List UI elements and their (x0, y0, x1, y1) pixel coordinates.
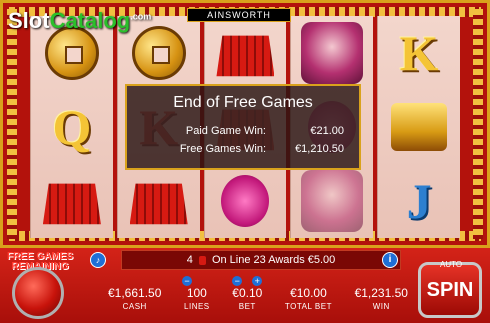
win-message-bar: 4 On Line 23 Awards €5.00 (121, 250, 401, 270)
dragon-symbol (300, 169, 364, 233)
win-label: WIN (372, 302, 390, 311)
lines-value: 100 (186, 286, 207, 300)
win-stat: €1,231.50 WIN (355, 284, 408, 320)
lines-stat: − 100 LINES (182, 276, 210, 320)
win-count: 4 (186, 254, 193, 266)
lantern-symbol (213, 169, 277, 233)
reel-1: Q (30, 16, 113, 238)
spin-button[interactable]: SPIN (418, 262, 482, 318)
stats-bar: €1,661.50 CASH − 100 LINES − + €0.10 BET… (108, 276, 408, 320)
firecracker-symbol (40, 169, 104, 233)
bet-stat: − + €0.10 BET (232, 276, 263, 320)
win-value: €1,231.50 (354, 286, 408, 300)
free-win-label: Free Games Win: (179, 143, 266, 155)
gold-ingot-symbol (387, 95, 451, 159)
auto-label[interactable]: AUTO (440, 260, 462, 269)
firecracker-symbol (213, 21, 277, 85)
reel-5: K J (377, 16, 460, 238)
brand-logo: AINSWORTH (187, 8, 291, 22)
dialog-title: End of Free Games (173, 94, 313, 111)
info-button[interactable]: i (382, 252, 398, 268)
total-bet-label: TOTAL BET (284, 302, 332, 311)
jack-symbol: J (406, 173, 432, 229)
win-message: On Line 23 Awards €5.00 (211, 254, 336, 266)
lines-label: LINES (184, 302, 210, 311)
cash-value: €1,661.50 (108, 286, 162, 300)
paid-win-label: Paid Game Win: (185, 125, 266, 137)
firecracker-mini-icon (198, 255, 206, 265)
total-bet-value: €10.00 (290, 286, 327, 300)
paid-win-row: Paid Game Win: €21.00 (139, 122, 347, 140)
bet-label: BET (238, 302, 256, 311)
border-left (7, 9, 17, 239)
end-free-games-dialog: End of Free Games Paid Game Win: €21.00 … (125, 84, 361, 170)
watermark: SlotCatalog.com (8, 8, 152, 33)
free-win-value: €1,210.50 (295, 143, 344, 155)
lines-minus-button[interactable]: − (182, 276, 193, 286)
bet-value: €0.10 (232, 286, 263, 300)
total-bet-stat: €10.00 TOTAL BET (285, 284, 332, 320)
firecracker-symbol (127, 169, 191, 233)
dragon-symbol (300, 21, 364, 85)
free-games-remaining: FREE GAMES REMAINING (0, 252, 80, 322)
paid-win-value: €21.00 (310, 125, 344, 137)
free-games-button[interactable] (12, 267, 64, 319)
free-win-row: Free Games Win: €1,210.50 (139, 140, 347, 158)
king-symbol: K (399, 25, 439, 81)
border-right (473, 9, 483, 239)
queen-symbol: Q (52, 99, 92, 155)
sound-icon[interactable]: ♪ (90, 252, 106, 268)
cash-label: CASH (122, 302, 147, 311)
cash-stat: €1,661.50 CASH (108, 284, 161, 320)
